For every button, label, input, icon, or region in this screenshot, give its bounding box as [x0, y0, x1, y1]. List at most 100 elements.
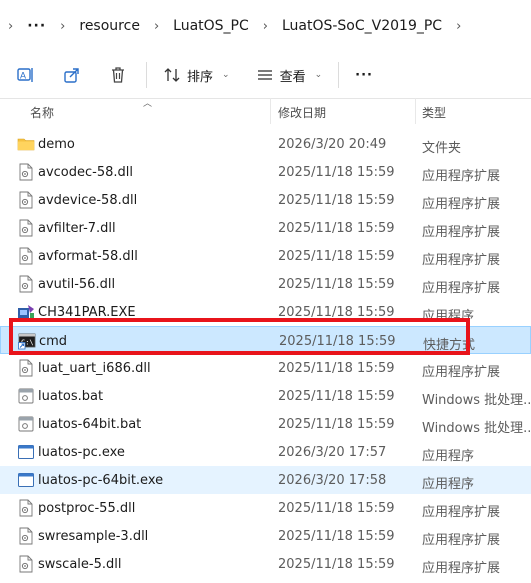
exe-app-icon: [17, 443, 35, 461]
file-name: demo: [38, 137, 75, 152]
chevron-down-icon: ⌄: [222, 70, 230, 80]
file-date-modified: 2025/11/18 15:59: [278, 417, 395, 432]
chevron-right-icon[interactable]: ›: [456, 19, 461, 34]
file-date-modified: 2025/11/18 15:59: [278, 249, 395, 264]
view-button[interactable]: 查看 ⌄: [250, 61, 329, 89]
breadcrumb-item-resource[interactable]: resource: [79, 18, 140, 34]
view-label: 查看: [279, 69, 306, 85]
sort-icon: [164, 68, 180, 82]
file-row-luatos-pc-64bit-exe[interactable]: luatos-pc-64bit.exe 2026/3/20 17:58 应用程序: [0, 466, 531, 494]
file-row-swresample-3-dll[interactable]: swresample-3.dll 2025/11/18 15:59 应用程序扩展: [0, 522, 531, 550]
column-header-bar: ︿ 名称 修改日期 类型: [0, 98, 531, 124]
file-name: luatos-64bit.bat: [38, 417, 142, 432]
dll-file-icon: [17, 191, 35, 209]
file-row-avfilter-7-dll[interactable]: avfilter-7.dll 2025/11/18 15:59 应用程序扩展: [0, 214, 531, 242]
file-type: 应用程序扩展: [422, 561, 501, 576]
file-row-postproc-55-dll[interactable]: postproc-55.dll 2025/11/18 15:59 应用程序扩展: [0, 494, 531, 522]
file-type: 应用程序扩展: [422, 533, 501, 548]
chevron-right-icon[interactable]: ›: [8, 19, 13, 34]
file-name: avcodec-58.dll: [38, 165, 133, 180]
file-name: avdevice-58.dll: [38, 193, 138, 208]
share-button[interactable]: [58, 61, 86, 89]
file-name: luatos-pc.exe: [38, 445, 125, 460]
file-type: 应用程序扩展: [422, 365, 501, 380]
column-header-type[interactable]: 类型: [422, 104, 446, 121]
chevron-right-icon[interactable]: ›: [60, 19, 65, 34]
file-name: swscale-5.dll: [38, 557, 122, 572]
file-row-ch341par-exe[interactable]: CH341PAR.EXE 2025/11/18 15:59 应用程序: [0, 298, 531, 326]
breadcrumb-overflow-button[interactable]: ···: [27, 18, 46, 34]
file-name: avutil-56.dll: [38, 277, 116, 292]
sort-label: 排序: [187, 69, 214, 85]
file-name: avformat-58.dll: [38, 249, 138, 264]
more-icon: ···: [355, 67, 373, 83]
dll-file-icon: [17, 555, 35, 573]
column-divider[interactable]: [270, 98, 271, 124]
file-date-modified: 2026/3/20 17:58: [278, 473, 387, 488]
bat-file-icon: [17, 415, 35, 433]
file-name: swresample-3.dll: [38, 529, 149, 544]
file-date-modified: 2025/11/18 15:59: [278, 193, 395, 208]
file-list: demo 2026/3/20 20:49 文件夹 avcodec-58.dll 2025…: [0, 130, 531, 578]
file-type: Windows 批处理...: [422, 393, 531, 408]
column-header-name[interactable]: 名称: [30, 104, 54, 121]
delete-button[interactable]: [104, 61, 132, 89]
file-row-luatos-pc-exe[interactable]: luatos-pc.exe 2026/3/20 17:57 应用程序: [0, 438, 531, 466]
file-date-modified: 2025/11/18 15:59: [278, 501, 395, 516]
dll-file-icon: [17, 275, 35, 293]
file-date-modified: 2025/11/18 15:59: [278, 277, 395, 292]
file-row-avutil-56-dll[interactable]: avutil-56.dll 2025/11/18 15:59 应用程序扩展: [0, 270, 531, 298]
file-date-modified: 2025/11/18 15:59: [278, 165, 395, 180]
view-list-icon: [257, 70, 272, 80]
bat-file-icon: [17, 387, 35, 405]
file-row-demo[interactable]: demo 2026/3/20 20:49 文件夹: [0, 130, 531, 158]
dll-file-icon: [17, 527, 35, 545]
chevron-right-icon[interactable]: ›: [154, 19, 159, 34]
file-row-luatos-64bit-bat[interactable]: luatos-64bit.bat 2025/11/18 15:59 Windows …: [0, 410, 531, 438]
column-divider[interactable]: [415, 98, 416, 124]
file-name: avfilter-7.dll: [38, 221, 116, 236]
file-type: 应用程序: [422, 477, 475, 492]
cmd-shortcut-icon: C:\: [18, 332, 36, 350]
file-type: Windows 批处理...: [422, 421, 531, 436]
rename-button[interactable]: A: [12, 61, 40, 89]
file-date-modified: 2025/11/18 15:59: [278, 221, 395, 236]
file-name: CH341PAR.EXE: [38, 305, 136, 320]
file-type: 应用程序扩展: [422, 253, 501, 268]
file-date-modified: 2025/11/18 15:59: [278, 361, 395, 376]
file-name: postproc-55.dll: [38, 501, 136, 516]
command-bar: A 排序 ⌄ 查看 ⌄ ···: [0, 52, 531, 99]
file-type: 应用程序扩展: [422, 169, 501, 184]
file-row-luat-uart-i686-dll[interactable]: luat_uart_i686.dll 2025/11/18 15:59 应用程序扩展: [0, 354, 531, 382]
dll-file-icon: [17, 359, 35, 377]
file-row-avformat-58-dll[interactable]: avformat-58.dll 2025/11/18 15:59 应用程序扩展: [0, 242, 531, 270]
file-name: cmd: [39, 334, 68, 349]
file-name: luatos.bat: [38, 389, 104, 404]
sort-ascending-icon: ︿: [143, 99, 153, 109]
file-row-swscale-5-dll[interactable]: swscale-5.dll 2025/11/18 15:59 应用程序扩展: [0, 550, 531, 578]
file-date-modified: 2026/3/20 20:49: [278, 137, 387, 152]
file-name: luat_uart_i686.dll: [38, 361, 151, 376]
file-name: luatos-pc-64bit.exe: [38, 473, 164, 488]
file-row-avdevice-58-dll[interactable]: avdevice-58.dll 2025/11/18 15:59 应用程序扩展: [0, 186, 531, 214]
column-header-date[interactable]: 修改日期: [278, 104, 326, 121]
file-type: 文件夹: [422, 141, 462, 156]
file-type: 应用程序扩展: [422, 197, 501, 212]
exe-app-icon: [17, 471, 35, 489]
more-options-button[interactable]: ···: [349, 61, 379, 89]
chevron-right-icon[interactable]: ›: [263, 19, 268, 34]
file-type: 应用程序扩展: [422, 505, 501, 520]
file-row-avcodec-58-dll[interactable]: avcodec-58.dll 2025/11/18 15:59 应用程序扩展: [0, 158, 531, 186]
sort-button[interactable]: 排序 ⌄: [157, 61, 236, 89]
dll-file-icon: [17, 163, 35, 181]
file-type: 快捷方式: [423, 338, 476, 353]
breadcrumb-item-luatos-soc[interactable]: LuatOS-SoC_V2019_PC: [282, 18, 442, 34]
file-row-cmd[interactable]: C:\ cmd 2025/11/18 15:59 快捷方式: [0, 326, 531, 354]
share-icon: [64, 68, 79, 83]
toolbar-divider: [338, 62, 340, 88]
breadcrumb-item-luatos-pc[interactable]: LuatOS_PC: [173, 18, 249, 34]
file-date-modified: 2025/11/18 15:59: [278, 305, 395, 320]
file-row-luatos-bat[interactable]: luatos.bat 2025/11/18 15:59 Windows 批处理...: [0, 382, 531, 410]
dll-file-icon: [17, 499, 35, 517]
dll-file-icon: [17, 247, 35, 265]
